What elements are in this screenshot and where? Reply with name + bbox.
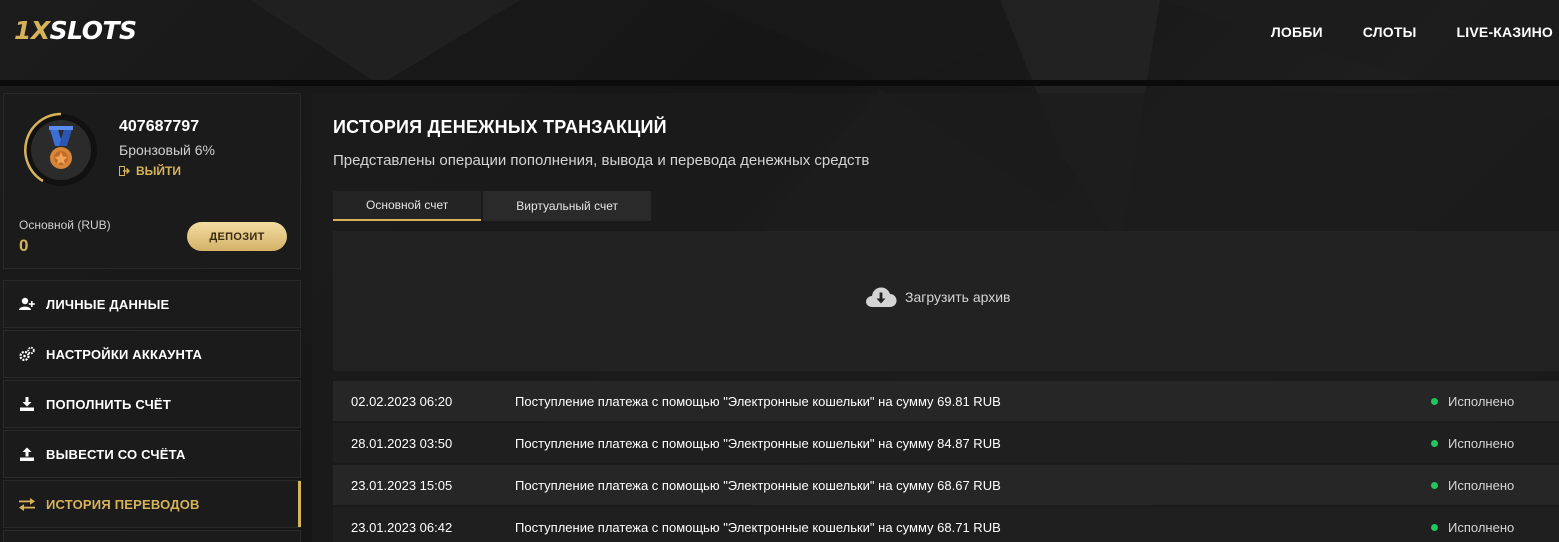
menu-item-personal-data[interactable]: ЛИЧНЫЕ ДАННЫЕ — [3, 280, 301, 328]
transactions-list: 02.02.2023 06:20 Поступление платежа с п… — [333, 381, 1559, 542]
transaction-status: Исполнено — [1431, 520, 1559, 535]
transaction-description: Поступление платежа с помощью "Электронн… — [515, 519, 1001, 535]
transaction-row: 23.01.2023 06:42 Поступление платежа с п… — [333, 507, 1559, 542]
transaction-status: Исполнено — [1431, 394, 1559, 409]
top-header: 1XSLOTS ЛОББИ СЛОТЫ LIVE-КАЗИНО — [0, 0, 1559, 80]
status-dot-icon — [1431, 397, 1438, 405]
download-archive-label: Загрузить архив — [905, 289, 1011, 305]
menu-item-deposit[interactable]: ПОПОЛНИТЬ СЧЁТ — [3, 380, 301, 428]
nav-lobby[interactable]: ЛОББИ — [1271, 20, 1323, 44]
tab-virtual-account[interactable]: Виртуальный счет — [483, 191, 651, 221]
status-dot-icon — [1431, 481, 1438, 489]
status-label: Исполнено — [1448, 393, 1515, 409]
download-archive-button[interactable]: Загрузить архив — [865, 286, 1011, 308]
status-dot-icon — [1431, 439, 1438, 447]
site-logo[interactable]: 1XSLOTS — [14, 14, 174, 48]
transaction-date: 23.01.2023 15:05 — [351, 477, 453, 493]
user-id: 407687797 — [119, 118, 200, 135]
menu-label: НАСТРОЙКИ АККАУНТА — [46, 346, 203, 362]
balance-label: Основной (RUB) — [19, 218, 111, 232]
transaction-description: Поступление платежа с помощью "Электронн… — [515, 435, 1001, 451]
transaction-date: 02.02.2023 06:20 — [351, 393, 453, 409]
balance-value: 0 — [19, 236, 29, 255]
transfer-arrows-icon — [18, 495, 36, 513]
logo-part-1x: 1X — [14, 16, 50, 45]
menu-label: ПОПОЛНИТЬ СЧЁТ — [46, 396, 171, 412]
level-medal-avatar — [23, 112, 99, 188]
header-divider — [0, 80, 1559, 86]
nav-slots[interactable]: СЛОТЫ — [1363, 20, 1417, 44]
menu-label: ИСТОРИЯ ПЕРЕВОДОВ — [46, 496, 200, 512]
status-label: Исполнено — [1448, 477, 1515, 493]
account-menu: ЛИЧНЫЕ ДАННЫЕ НАСТРОЙКИ АККАУНТА ПОПОЛНИ… — [3, 280, 301, 542]
logo-part-slots: SLOTS — [49, 16, 137, 45]
transaction-status: Исполнено — [1431, 436, 1559, 451]
archive-panel: Загрузить архив — [333, 231, 1559, 371]
menu-item-partial — [3, 530, 301, 542]
menu-item-withdraw[interactable]: ВЫВЕСТИ СО СЧЁТА — [3, 430, 301, 478]
transaction-description: Поступление платежа с помощью "Электронн… — [515, 477, 1001, 493]
page-title: ИСТОРИЯ ДЕНЕЖНЫХ ТРАНЗАКЦИЙ — [333, 117, 667, 137]
status-dot-icon — [1431, 523, 1438, 531]
menu-item-transfer-history[interactable]: ИСТОРИЯ ПЕРЕВОДОВ — [3, 480, 301, 528]
transaction-row: 02.02.2023 06:20 Поступление платежа с п… — [333, 381, 1559, 421]
profile-card: 407687797 Бронзовый 6% ВЫЙТИ Основной (R… — [3, 93, 301, 269]
menu-item-account-settings[interactable]: НАСТРОЙКИ АККАУНТА — [3, 330, 301, 378]
logout-icon — [119, 166, 130, 176]
account-tabs: Основной счет Виртуальный счет — [333, 191, 651, 221]
bronze-medal-icon — [24, 112, 97, 186]
page-subtitle: Представлены операции пополнения, вывода… — [333, 152, 870, 169]
user-level: Бронзовый 6% — [119, 142, 215, 158]
nav-live-casino[interactable]: LIVE-КАЗИНО — [1457, 20, 1553, 44]
transaction-status: Исполнено — [1431, 478, 1559, 493]
menu-label: ВЫВЕСТИ СО СЧЁТА — [46, 446, 186, 462]
user-plus-icon — [18, 295, 36, 313]
gears-icon — [18, 345, 36, 363]
transaction-description: Поступление платежа с помощью "Электронн… — [515, 393, 1001, 409]
transaction-date: 23.01.2023 06:42 — [351, 519, 453, 535]
cloud-download-icon — [866, 287, 897, 307]
logout-button[interactable]: ВЫЙТИ — [119, 164, 181, 178]
main-content: ИСТОРИЯ ДЕНЕЖНЫХ ТРАНЗАКЦИЙ Представлены… — [312, 93, 1559, 542]
main-nav: ЛОББИ СЛОТЫ LIVE-КАЗИНО — [1271, 20, 1553, 44]
upload-icon — [18, 445, 36, 463]
transaction-row: 28.01.2023 03:50 Поступление платежа с п… — [333, 423, 1559, 463]
transaction-date: 28.01.2023 03:50 — [351, 435, 453, 451]
menu-label: ЛИЧНЫЕ ДАННЫЕ — [46, 296, 170, 312]
transaction-row: 23.01.2023 15:05 Поступление платежа с п… — [333, 465, 1559, 505]
logout-label: ВЫЙТИ — [136, 164, 181, 178]
status-label: Исполнено — [1448, 519, 1515, 535]
tab-main-account[interactable]: Основной счет — [333, 191, 482, 221]
status-label: Исполнено — [1448, 435, 1515, 451]
deposit-button[interactable]: ДЕПОЗИТ — [187, 222, 287, 251]
download-icon — [18, 395, 36, 413]
